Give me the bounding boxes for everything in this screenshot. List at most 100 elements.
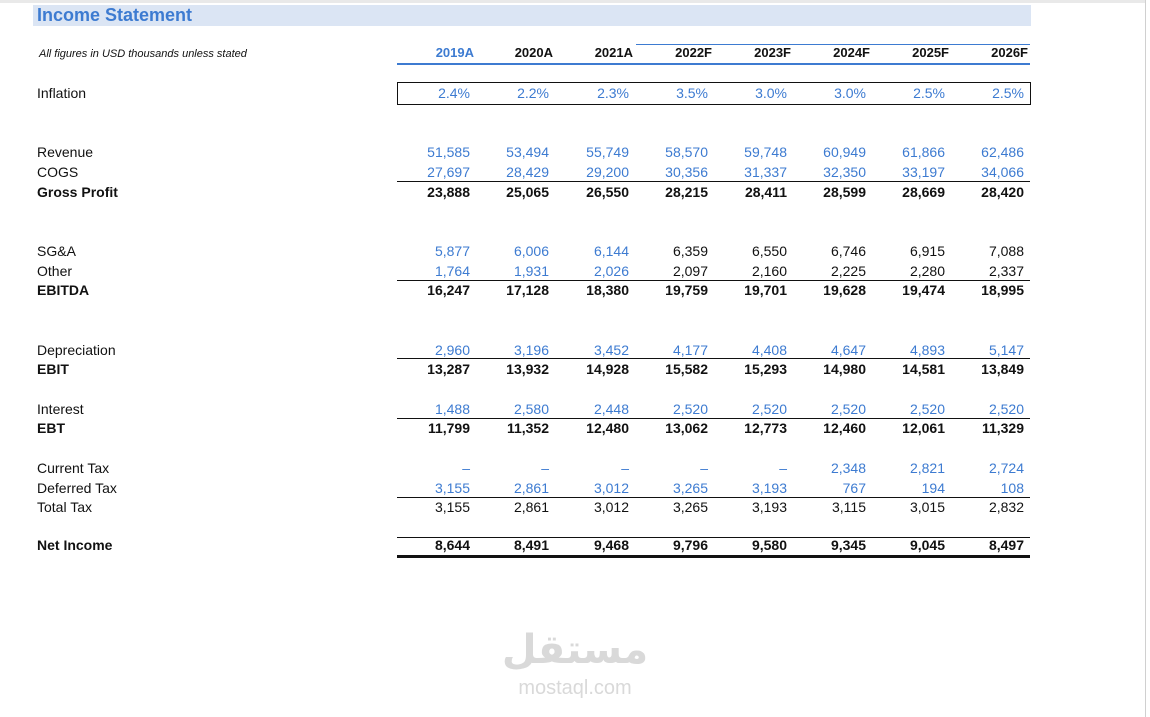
- watermark-arabic: مستقل: [501, 627, 649, 673]
- cell-value: 6,746: [830, 243, 866, 259]
- cell-value: 2,026: [593, 263, 629, 279]
- year-header: 2020A: [514, 45, 553, 60]
- cell-value: –: [462, 460, 470, 476]
- row-label: Total Tax: [37, 499, 92, 515]
- cell-value: 15,582: [665, 361, 708, 377]
- cell-value: 2,520: [672, 401, 708, 417]
- cell-value: 3,115: [832, 499, 866, 515]
- watermark-latin: mostaql.com: [518, 677, 632, 699]
- cell-value: 6,144: [593, 243, 629, 259]
- cell-value: 194: [921, 480, 945, 496]
- cell-value: 33,197: [902, 164, 945, 180]
- cell-value: –: [779, 460, 787, 476]
- cell-value: 9,345: [830, 537, 866, 553]
- year-header: 2021A: [594, 45, 633, 60]
- cell-value: 17,128: [506, 282, 549, 298]
- cell-value: 28,215: [665, 184, 708, 200]
- cell-value: –: [621, 460, 629, 476]
- cell-value: 2.2%: [517, 85, 549, 101]
- cell-value: 2.5%: [992, 85, 1024, 101]
- cell-value: 62,486: [981, 144, 1024, 160]
- cell-value: 60,949: [823, 144, 866, 160]
- cell-value: 25,065: [506, 184, 549, 200]
- row-label: EBIT: [37, 361, 69, 377]
- subtotal-line-ebit: [397, 358, 1030, 359]
- cell-value: 26,550: [586, 184, 629, 200]
- title-bar: Income Statement: [33, 5, 1031, 26]
- cell-value: 1,931: [513, 263, 549, 279]
- cell-value: 3,155: [434, 480, 470, 496]
- cell-value: 2,520: [988, 401, 1024, 417]
- cell-value: 6,915: [909, 243, 945, 259]
- cell-value: 19,701: [744, 282, 787, 298]
- year-header: 2019A: [435, 45, 474, 60]
- page-title: Income Statement: [37, 5, 193, 25]
- cell-value: 6,550: [751, 243, 787, 259]
- subtotal-line-ebitda: [397, 280, 1030, 281]
- cell-value: 3,196: [513, 342, 549, 358]
- watermark: مستقل mostaql.com: [500, 628, 650, 708]
- cell-value: 2,160: [751, 263, 787, 279]
- year-header: 2022F: [675, 45, 712, 60]
- cell-value: 18,380: [586, 282, 629, 298]
- row-label: Depreciation: [37, 342, 116, 358]
- cell-value: 31,337: [744, 164, 787, 180]
- cell-value: 2,520: [751, 401, 787, 417]
- cell-value: 2.4%: [438, 85, 470, 101]
- row-label: Deferred Tax: [37, 480, 117, 496]
- cell-value: 2,821: [909, 460, 945, 476]
- cell-value: 4,647: [830, 342, 866, 358]
- cell-value: 13,062: [665, 420, 708, 436]
- cell-value: 2,337: [988, 263, 1024, 279]
- cell-value: 3.0%: [834, 85, 866, 101]
- cell-value: 28,420: [981, 184, 1024, 200]
- cell-value: 2,520: [909, 401, 945, 417]
- cell-value: 13,287: [427, 361, 470, 377]
- year-header: 2023F: [754, 45, 791, 60]
- cell-value: 6,006: [513, 243, 549, 259]
- row-label: Net Income: [37, 537, 113, 553]
- net-income-double-line: [397, 555, 1030, 558]
- cell-value: 8,644: [434, 537, 470, 553]
- cell-value: 32,350: [823, 164, 866, 180]
- cell-value: 11,352: [506, 420, 549, 436]
- cell-value: 3,265: [672, 480, 708, 496]
- cell-value: 3,155: [434, 499, 470, 515]
- cell-value: 3.0%: [755, 85, 787, 101]
- cell-value: 14,928: [586, 361, 629, 377]
- cell-value: 3.5%: [676, 85, 708, 101]
- cell-value: 59,748: [744, 144, 787, 160]
- cell-value: 9,796: [672, 537, 708, 553]
- cell-value: 19,474: [902, 282, 945, 298]
- cell-value: 23,888: [427, 184, 470, 200]
- cell-value: 9,045: [909, 537, 945, 553]
- cell-value: 61,866: [902, 144, 945, 160]
- cell-value: 12,460: [823, 420, 866, 436]
- row-label: EBT: [37, 420, 65, 436]
- year-header: 2025F: [912, 45, 949, 60]
- row-label: COGS: [37, 164, 79, 180]
- cell-value: 5,877: [434, 243, 470, 259]
- cell-value: 2,097: [672, 263, 708, 279]
- cell-value: 2,724: [988, 460, 1024, 476]
- row-label: Interest: [37, 401, 84, 417]
- cell-value: 28,429: [506, 164, 549, 180]
- cell-value: –: [700, 460, 708, 476]
- cell-value: 8,491: [513, 537, 549, 553]
- cell-value: 6,359: [672, 243, 708, 259]
- cell-value: 9,468: [593, 537, 629, 553]
- row-label: SG&A: [37, 243, 76, 259]
- net-income-top-line: [397, 537, 1030, 538]
- cell-value: 2,520: [830, 401, 866, 417]
- cell-value: 28,669: [902, 184, 945, 200]
- header-underline: [397, 63, 1030, 65]
- cell-value: 5,147: [988, 342, 1024, 358]
- cell-value: 2,832: [988, 499, 1024, 515]
- cell-value: 18,995: [981, 282, 1024, 298]
- cell-value: 767: [842, 480, 866, 496]
- cell-value: 16,247: [427, 282, 470, 298]
- cell-value: 4,408: [751, 342, 787, 358]
- cell-value: 2,280: [909, 263, 945, 279]
- year-header: 2026F: [991, 45, 1028, 60]
- cell-value: 28,411: [744, 184, 787, 200]
